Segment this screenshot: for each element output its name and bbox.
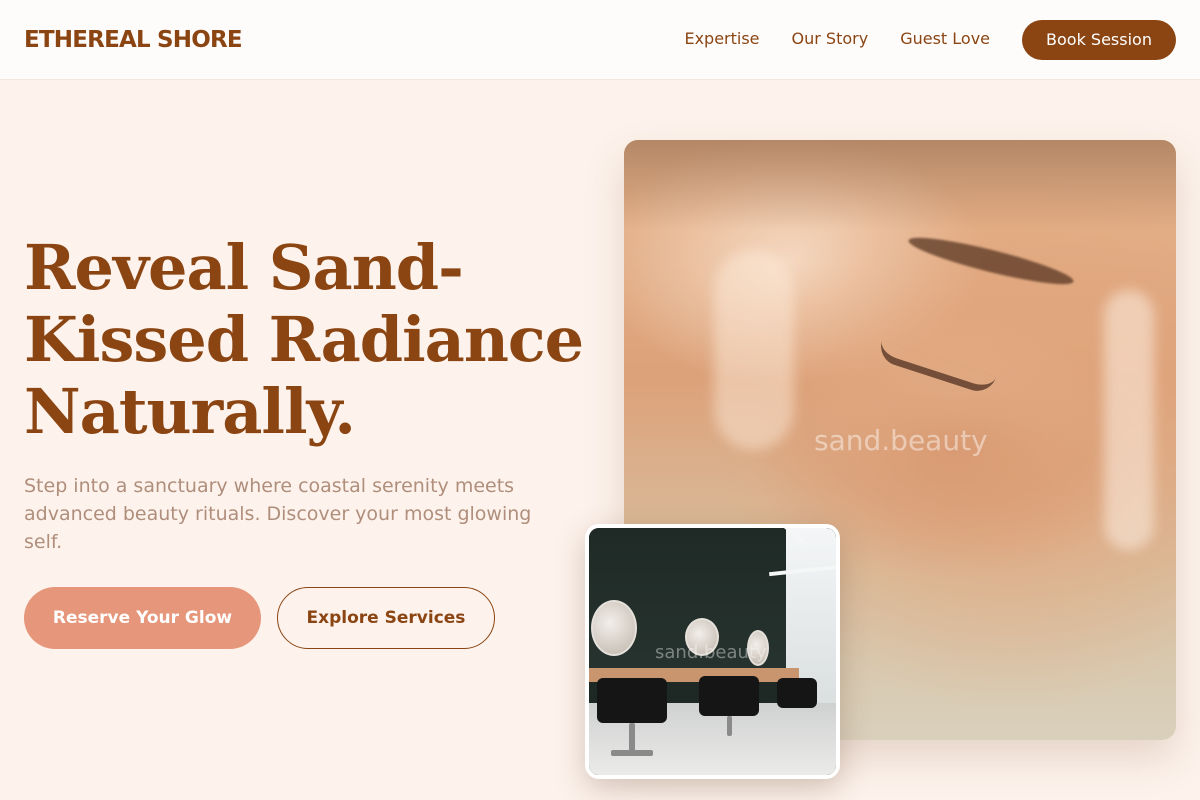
brand-logo[interactable]: ETHEREAL SHORE: [24, 26, 243, 54]
light-flare: [1104, 290, 1154, 550]
image-watermark: sand.beauty: [814, 424, 988, 457]
salon-mirror: [591, 600, 637, 656]
main-nav: Expertise Our Story Guest Love: [684, 28, 990, 50]
site-header: ETHEREAL SHORE Expertise Our Story Guest…: [0, 0, 1200, 80]
salon-chair: [777, 678, 817, 708]
hero-subtext: Step into a sanctuary where coastal sere…: [24, 475, 532, 553]
image-watermark: sand.beauty: [655, 642, 767, 663]
headline-line-1: Reveal Sand-: [24, 231, 464, 304]
eyebrow-shape: [905, 229, 1077, 293]
headline-line-3: Naturally.: [24, 375, 356, 448]
salon-interior-image: sand.beauty: [585, 524, 840, 779]
headline-line-2: Kissed Radiance: [24, 303, 584, 376]
chair-base: [611, 750, 653, 756]
explore-services-button[interactable]: Explore Services: [277, 587, 495, 649]
nav-link-our-story[interactable]: Our Story: [792, 28, 869, 50]
hair-shade: [624, 140, 1176, 230]
salon-chair: [597, 678, 667, 723]
salon-chair: [699, 676, 759, 716]
landing-page: ETHEREAL SHORE Expertise Our Story Guest…: [0, 0, 1200, 800]
book-session-button[interactable]: Book Session: [1022, 20, 1176, 60]
light-flare: [714, 250, 794, 450]
nav-link-expertise[interactable]: Expertise: [684, 28, 759, 50]
hero-headline: Reveal Sand- Kissed Radiance Naturally.: [24, 232, 604, 448]
chair-stand: [727, 716, 732, 736]
chair-stand: [629, 723, 635, 753]
nav-link-guest-love[interactable]: Guest Love: [900, 28, 990, 50]
reserve-your-glow-button[interactable]: Reserve Your Glow: [24, 587, 261, 649]
